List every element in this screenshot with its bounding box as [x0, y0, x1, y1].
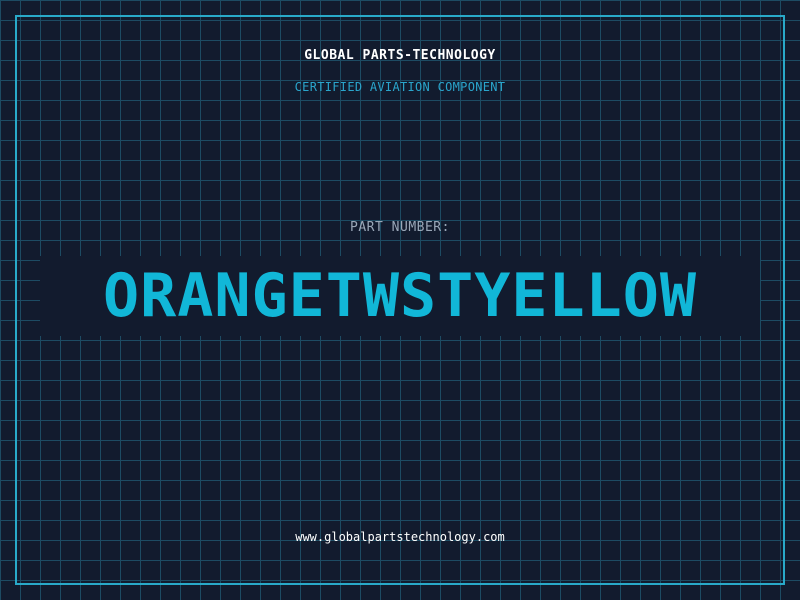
certificate-page: GLOBAL PARTS-TECHNOLOGY CERTIFIED AVIATI… — [0, 0, 800, 600]
certification-subtitle: CERTIFIED AVIATION COMPONENT — [294, 80, 506, 94]
part-number-value: ORANGETWSTYELLOW — [103, 261, 697, 331]
part-number-label: PART NUMBER: — [350, 220, 450, 235]
company-title: GLOBAL PARTS-TECHNOLOGY — [304, 48, 496, 63]
website-url: www.globalpartstechnology.com — [295, 530, 505, 544]
